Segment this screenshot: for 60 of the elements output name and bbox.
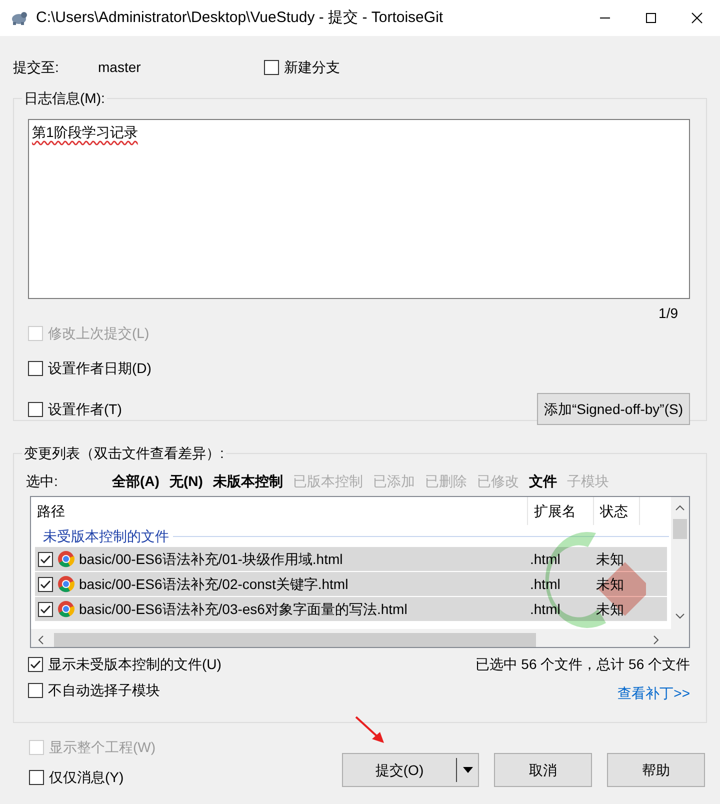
column-header[interactable]: 状态 [594,497,640,525]
browser-icon [57,600,75,618]
file-row[interactable]: basic/00-ES6语法补充/03-es6对象字面量的写法.html .html 未知 [35,597,667,621]
checkbox[interactable] [264,60,279,74]
commit-button[interactable]: 提交(O) [342,753,479,787]
file-extension: .html [529,550,562,568]
column-header[interactable]: 路径 [31,497,528,525]
browser-icon [57,550,75,568]
checkbox[interactable] [38,552,53,566]
checkbox-label[interactable]: 不自动选择子模块 [48,680,160,700]
file-status: 未知 [595,574,624,594]
file-list[interactable]: 路径 扩展名 状态 未受版本控制的文件 basic/00-ES6语法补充/01-块级作用域.html .html 未知 basic/00-ES6语法补充/02-const关键字.html .html 未知 basic/00-ES6语法补充/03-es6对象字面量的写法.html .html 未知 [30,496,690,648]
horizontal-scrollbar[interactable] [31,629,689,647]
file-row[interactable]: basic/00-ES6语法补充/02-const关键字.html .html 未知 [35,572,667,596]
filter-link[interactable]: 全部(A) [112,470,160,492]
signoff-button[interactable]: 添加“Signed-off-by”(S) [536,393,690,425]
close-icon[interactable] [691,12,703,24]
arrow-annotation [354,715,386,745]
browser-icon [57,575,75,593]
checkbox-label[interactable]: 新建分支 [284,56,340,78]
file-extension: .html [529,600,562,618]
select-label: 选中: [26,472,59,490]
checkbox[interactable] [38,602,53,616]
commit-to-label: 提交至: [13,58,60,76]
view-patch-link[interactable]: 查看补丁>> [618,683,690,704]
dialog-button[interactable]: 帮助 [607,753,705,787]
file-path: basic/00-ES6语法补充/03-es6对象字面量的写法.html [78,600,408,618]
branch-name: master [98,58,142,76]
file-extension: .html [529,574,562,594]
filter-link[interactable]: 未版本控制 [212,470,283,492]
caret-icon[interactable] [462,767,472,773]
checkbox[interactable] [28,656,43,672]
group-header: 未受版本控制的文件 [43,526,169,546]
filter-link[interactable]: 文件 [528,470,557,492]
filter-link[interactable]: 无(N) [169,470,203,492]
file-status: 未知 [595,550,624,568]
checkbox-label[interactable]: 显示未受版本控制的文件(U) [48,654,222,674]
checkbox-label[interactable]: 设置作者日期(D) [48,358,152,378]
checkbox-label[interactable]: 设置作者(T) [48,398,122,420]
message-field[interactable]: 第1阶段学习记录 [28,119,690,299]
vertical-scrollbar[interactable] [671,497,689,629]
checkbox[interactable] [28,682,43,698]
file-path: basic/00-ES6语法补充/01-块级作用域.html [78,550,344,568]
char-counter: 1/9 [658,304,678,323]
section-label: 日志信息(M): [22,89,107,107]
selection-summary: 已选中 56 个文件，总计 56 个文件 [475,655,690,674]
file-row[interactable]: basic/00-ES6语法补充/01-块级作用域.html .html 未知 [35,547,667,571]
checkbox[interactable] [28,402,43,416]
checkbox[interactable] [28,360,43,376]
checkbox[interactable] [29,770,44,784]
column-header[interactable]: 扩展名 [528,497,594,525]
file-status: 未知 [595,600,624,618]
app-icon [10,10,28,26]
section-label: 变更列表（双击文件查看差异）: [22,444,226,462]
file-path: basic/00-ES6语法补充/02-const关键字.html [78,574,350,594]
maximize-icon[interactable] [645,12,657,24]
dialog-button[interactable]: 取消 [494,753,592,787]
window-title: C:\Users\Administrator\Desktop\VueStudy - 提交 - TortoiseGit [36,8,444,28]
checkbox-label[interactable]: 仅仅消息(Y) [49,766,124,788]
checkbox[interactable] [38,576,53,592]
